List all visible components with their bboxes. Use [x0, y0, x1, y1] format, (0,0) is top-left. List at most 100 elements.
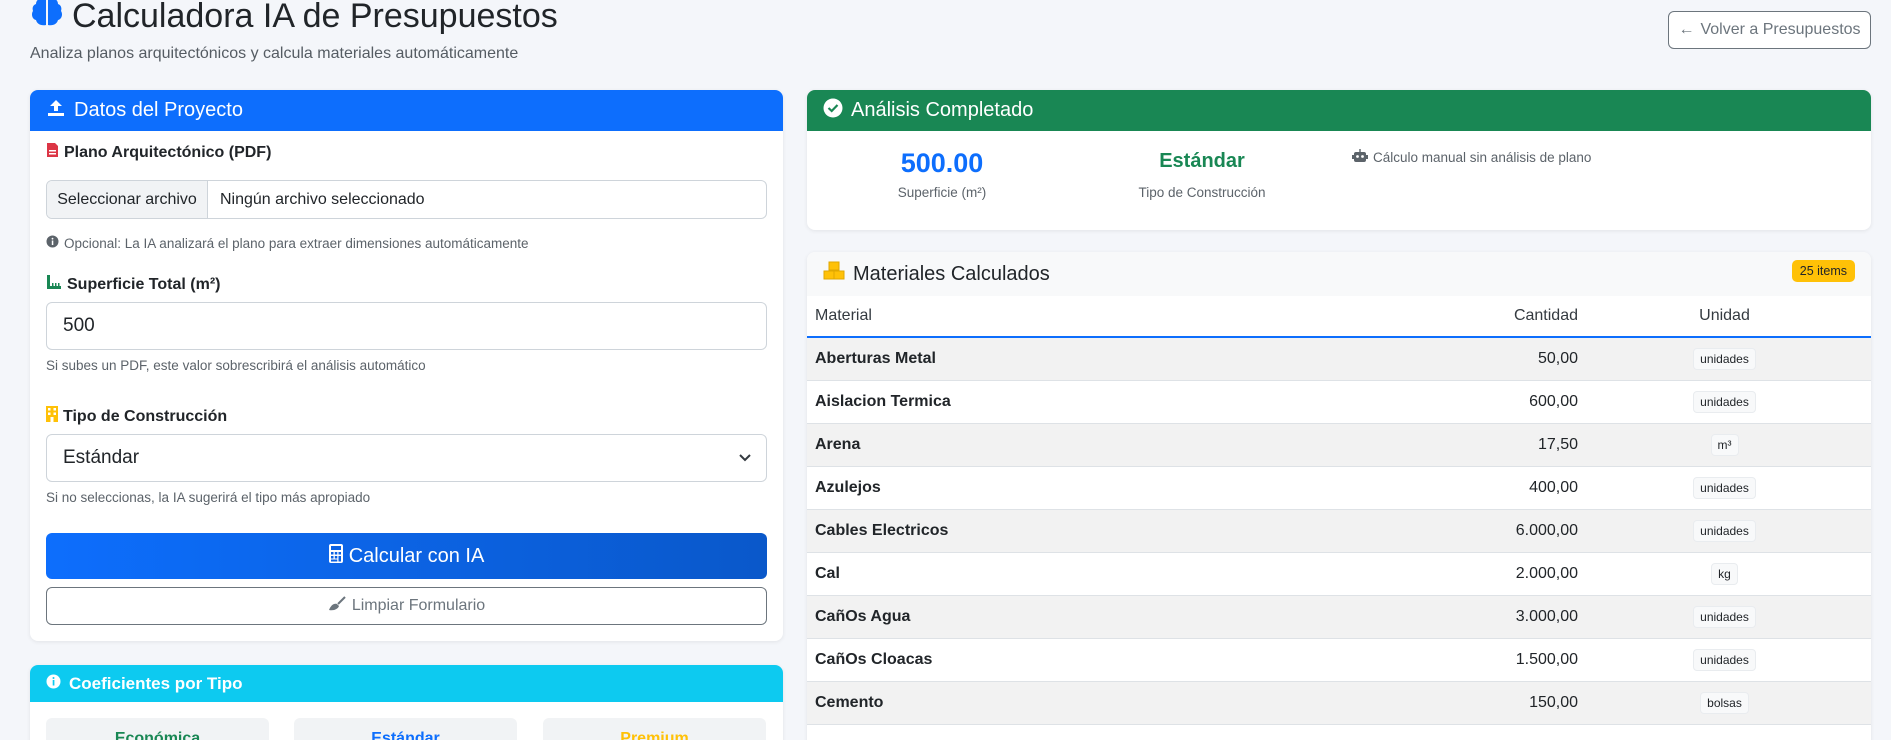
unit-badge: unidades	[1693, 347, 1756, 370]
materials-card: Materiales Calculados 25 items Material …	[807, 252, 1871, 740]
info-icon	[46, 235, 59, 251]
project-data-title: Datos del Proyecto	[74, 99, 243, 121]
calculate-ai-button[interactable]: Calcular con IA	[46, 533, 767, 579]
ruler-icon	[46, 274, 62, 295]
material-unit-cell: kg	[1578, 552, 1871, 596]
tipo-label: Tipo de Construcción	[46, 406, 227, 427]
column-header-material: Material	[807, 296, 1407, 338]
check-circle-icon	[823, 98, 843, 124]
coefficients-header: Coeficientes por Tipo	[30, 665, 783, 702]
back-to-budgets-button[interactable]: ← Volver a Presupuestos	[1668, 11, 1871, 49]
table-header-row: Material Cantidad Unidad	[807, 296, 1871, 338]
clear-button-label: Limpiar Formulario	[351, 597, 486, 614]
table-row: Azulejos 400,00 unidades	[807, 466, 1871, 510]
plano-help: Opcional: La IA analizará el plano para …	[46, 235, 529, 251]
file-status: Ningún archivo seleccionado	[220, 190, 425, 208]
page-title: Calculadora IA de Presupuestos	[30, 0, 558, 37]
column-header-unidad: Unidad	[1578, 296, 1871, 338]
material-quantity: 1.500,00	[1407, 638, 1578, 682]
manual-calc-note: Cálculo manual sin análisis de plano	[1352, 149, 1591, 166]
material-name: Cal	[807, 552, 1407, 596]
coef-economica: Económica	[46, 718, 269, 740]
tipo-select[interactable]: Estándar	[46, 434, 767, 482]
tipo-select-value: Estándar	[63, 447, 140, 468]
material-quantity: 150,00	[1407, 681, 1578, 725]
superficie-input[interactable]: 500	[46, 302, 767, 350]
unit-badge: unidades	[1693, 476, 1756, 499]
material-name: Cemento	[807, 681, 1407, 725]
material-name: Aislacion Termica	[807, 380, 1407, 424]
materials-table: Material Cantidad Unidad Aberturas Metal…	[807, 296, 1871, 740]
surface-label: Superficie (m²)	[897, 185, 987, 200]
superficie-help: Si subes un PDF, este valor sobrescribir…	[46, 358, 426, 373]
robot-icon	[1352, 149, 1368, 166]
materials-header: Materiales Calculados 25 items	[807, 252, 1871, 296]
tipo-help: Si no seleccionas, la IA sugerirá el tip…	[46, 490, 371, 505]
coef-estandar: Estándar	[294, 718, 517, 740]
coef-premium: Premium	[543, 718, 766, 740]
table-row: Aislacion Termica 600,00 unidades	[807, 380, 1871, 424]
coefficients-card: Coeficientes por Tipo Económica Estándar…	[30, 665, 783, 740]
upload-icon	[46, 98, 66, 124]
material-unit-cell: unidades	[1578, 509, 1871, 553]
analysis-card: Análisis Completado 500.00 Superficie (m…	[807, 90, 1871, 230]
plano-label: Plano Arquitectónico (PDF)	[46, 142, 271, 163]
material-name: Azulejos	[807, 466, 1407, 510]
back-button-label: Volver a Presupuestos	[1700, 21, 1861, 38]
material-name	[807, 724, 1407, 740]
material-unit-cell: unidades	[1578, 466, 1871, 510]
page-subtitle: Analiza planos arquitectónicos y calcula…	[30, 45, 519, 62]
chevron-down-icon	[738, 447, 752, 469]
unit-badge: unidades	[1693, 519, 1756, 542]
surface-metric: 500.00 Superficie (m²)	[857, 148, 1027, 200]
material-name: Aberturas Metal	[807, 337, 1407, 381]
project-data-card: Datos del Proyecto Plano Arquitectónico …	[30, 90, 783, 641]
material-quantity	[1407, 724, 1578, 740]
material-unit-cell: unidades	[1578, 595, 1871, 639]
unit-badge: kg	[1711, 562, 1738, 585]
material-name: Cables Electricos	[807, 509, 1407, 553]
material-unit-cell: unidades	[1578, 380, 1871, 424]
type-label: Tipo de Construcción	[1138, 185, 1266, 200]
calculator-icon	[328, 543, 343, 569]
items-count-badge: 25 items	[1791, 260, 1855, 282]
boxes-icon	[823, 261, 845, 287]
type-value: Estándar	[1159, 150, 1245, 172]
page-title-text: Calculadora IA de Presupuestos	[72, 0, 558, 35]
building-icon	[46, 406, 58, 427]
info-circle-icon	[46, 674, 61, 694]
unit-badge: unidades	[1693, 390, 1756, 413]
table-row: Cemento 150,00 bolsas	[807, 681, 1871, 725]
materials-title: Materiales Calculados	[853, 262, 1050, 285]
column-header-cantidad: Cantidad	[1407, 296, 1578, 338]
arrow-left-icon: ←	[1678, 21, 1695, 38]
table-row: CañOs Cloacas 1.500,00 unidades	[807, 638, 1871, 682]
analysis-header: Análisis Completado	[807, 90, 1871, 131]
material-quantity: 2.000,00	[1407, 552, 1578, 596]
table-row: Aberturas Metal 50,00 unidades	[807, 337, 1871, 381]
pdf-file-icon	[46, 142, 59, 163]
select-file-button[interactable]: Seleccionar archivo	[47, 181, 208, 218]
brain-icon	[30, 0, 64, 37]
material-quantity: 50,00	[1407, 337, 1578, 381]
table-row: Cables Electricos 6.000,00 unidades	[807, 509, 1871, 553]
unit-badge: unidades	[1693, 648, 1756, 671]
unit-badge: bolsas	[1700, 691, 1749, 714]
superficie-label: Superficie Total (m²)	[46, 274, 221, 295]
coefficients-title: Coeficientes por Tipo	[69, 673, 243, 693]
clear-form-button[interactable]: Limpiar Formulario	[46, 587, 767, 625]
material-unit-cell: m³	[1578, 423, 1871, 467]
plano-file-input[interactable]: Seleccionar archivo Ningún archivo selec…	[46, 180, 767, 219]
calculate-button-label: Calcular con IA	[348, 544, 485, 567]
material-quantity: 6.000,00	[1407, 509, 1578, 553]
material-quantity: 600,00	[1407, 380, 1578, 424]
material-name: CañOs Cloacas	[807, 638, 1407, 682]
type-metric: Estándar Tipo de Construcción	[1122, 150, 1282, 200]
material-name: CañOs Agua	[807, 595, 1407, 639]
material-quantity: 17,50	[1407, 423, 1578, 467]
material-unit-cell: unidades	[1578, 337, 1871, 381]
table-row: Cal 2.000,00 kg	[807, 552, 1871, 596]
material-unit-cell	[1578, 724, 1871, 740]
table-row: CañOs Agua 3.000,00 unidades	[807, 595, 1871, 639]
material-name: Arena	[807, 423, 1407, 467]
